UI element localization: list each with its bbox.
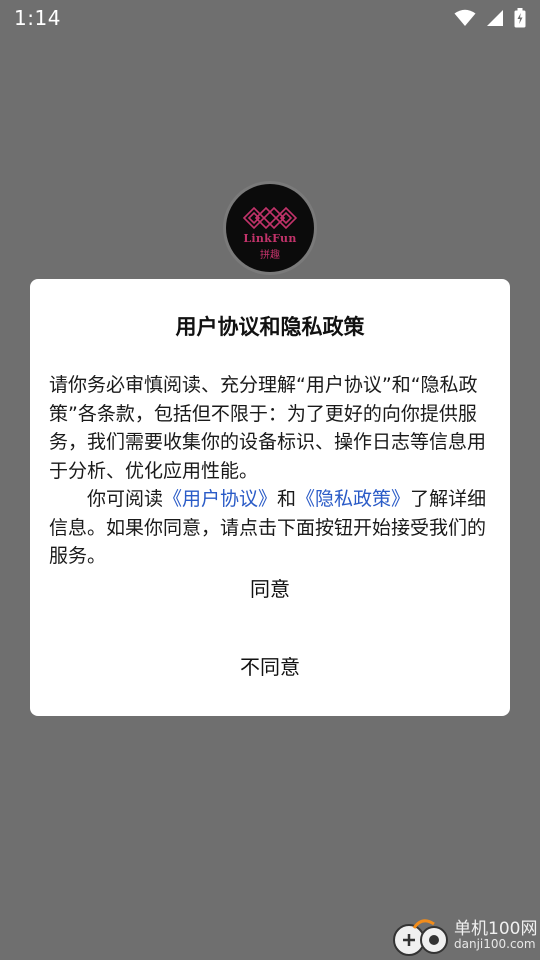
dialog-title: 用户协议和隐私政策: [175, 315, 365, 339]
app-logo: LinkFun 拼趣: [223, 181, 317, 275]
dialog-paragraph-1: 请你务必审慎阅读、充分理解“用户协议”和“隐私政策”各条款，包括但不限于：为了更…: [49, 374, 487, 482]
logo-wordmark: LinkFun: [243, 232, 297, 245]
status-time: 1:14: [14, 6, 61, 30]
privacy-dialog: 用户协议和隐私政策 请你务必审慎阅读、充分理解“用户协议”和“隐私政策”各条款，…: [30, 279, 510, 716]
cell-signal-icon: [487, 10, 503, 26]
battery-charging-icon: [514, 8, 526, 28]
site-watermark: 单机100网 danji100.com: [392, 914, 538, 958]
status-bar: 1:14: [0, 0, 540, 36]
watermark-url: danji100.com: [454, 937, 536, 951]
wifi-icon: [454, 9, 476, 26]
dialog-paragraph-2: 你可阅读《用户协议》和《隐私政策》了解详细信息。如果你同意，请点击下面按钮开始接…: [49, 485, 491, 571]
logo-subtitle: 拼趣: [260, 250, 280, 261]
agree-button[interactable]: 同意: [30, 559, 510, 615]
gamepad-logo-icon: [393, 919, 448, 956]
privacy-policy-link[interactable]: 《隐私政策》: [296, 488, 410, 510]
user-agreement-link[interactable]: 《用户协议》: [163, 488, 277, 510]
disagree-button[interactable]: 不同意: [30, 637, 510, 693]
watermark-title: 单机100网: [454, 919, 538, 939]
paragraph-2-and: 和: [277, 488, 297, 510]
paragraph-2-prefix: 你可阅读: [87, 488, 164, 510]
dialog-body: 请你务必审慎阅读、充分理解“用户协议”和“隐私政策”各条款，包括但不限于：为了更…: [49, 371, 491, 571]
app-logo-badge: LinkFun 拼趣: [226, 184, 314, 272]
status-icons: [454, 8, 526, 28]
